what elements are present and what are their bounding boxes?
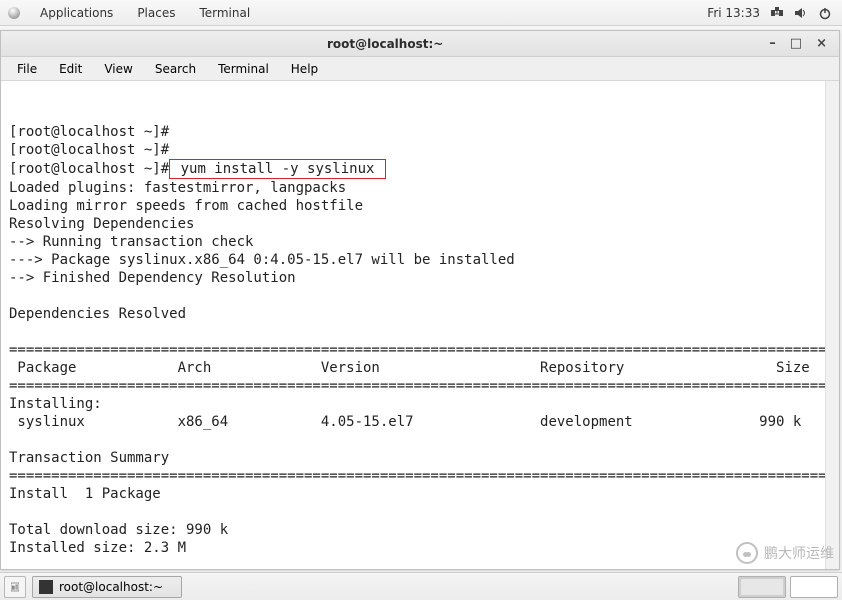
terminal-window: root@localhost:~ – □ × File Edit View Se… <box>0 30 840 570</box>
workspace-pager <box>738 576 838 598</box>
clock[interactable]: Fri 13:33 <box>707 6 760 20</box>
terminal-line: Resolving Dependencies <box>9 216 194 232</box>
panel-left: Applications Places Terminal <box>6 3 260 23</box>
terminal-output[interactable]: [root@localhost ~]# [root@localhost ~]# … <box>1 81 825 569</box>
active-app-menu[interactable]: Terminal <box>189 3 260 23</box>
minimize-button[interactable]: – <box>769 37 776 50</box>
terminal-line: ========================================… <box>9 342 825 358</box>
maximize-button[interactable]: □ <box>790 37 802 50</box>
menu-edit[interactable]: Edit <box>49 59 92 79</box>
terminal-line: Total download size: 990 k <box>9 522 228 538</box>
command-highlight: yum install -y syslinux <box>169 159 386 179</box>
terminal-line: ---> Package syslinux.x86_64 0:4.05-15.e… <box>9 252 515 268</box>
volume-icon[interactable] <box>794 6 808 20</box>
menu-view[interactable]: View <box>94 59 142 79</box>
terminal-line: Installing: <box>9 396 102 412</box>
window-titlebar[interactable]: root@localhost:~ – □ × <box>1 31 839 57</box>
terminal-line: [root@localhost ~]# <box>9 124 169 140</box>
terminal-line: Dependencies Resolved <box>9 306 186 322</box>
window-controls: – □ × <box>763 37 833 50</box>
terminal-line: syslinux x86_64 4.05-15.el7 development … <box>9 414 801 430</box>
taskbar-task-terminal[interactable]: root@localhost:~ <box>32 576 182 598</box>
terminal-line: --> Running transaction check <box>9 234 253 250</box>
terminal-prompt: [root@localhost ~]# <box>9 161 169 177</box>
terminal-line: Transaction Summary <box>9 450 169 466</box>
watermark-text: 鹏大师运维 <box>764 543 834 563</box>
terminal-line: Package Arch Version Repository Size <box>9 360 810 376</box>
show-desktop-button[interactable] <box>4 576 26 598</box>
terminal-icon <box>39 580 53 594</box>
power-icon[interactable] <box>818 6 832 20</box>
terminal-line: ========================================… <box>9 468 825 484</box>
close-button[interactable]: × <box>816 37 827 50</box>
workspace-1[interactable] <box>738 576 786 598</box>
watermark-logo-icon <box>736 542 758 564</box>
terminal-line: --> Finished Dependency Resolution <box>9 270 296 286</box>
menu-help[interactable]: Help <box>281 59 328 79</box>
gnome-logo-icon <box>6 5 22 21</box>
menu-search[interactable]: Search <box>145 59 206 79</box>
taskbar-task-label: root@localhost:~ <box>59 580 163 594</box>
workspace-2[interactable] <box>790 576 838 598</box>
applications-menu[interactable]: Applications <box>30 3 123 23</box>
terminal-scrollbar[interactable] <box>825 81 839 569</box>
terminal-line: Installed size: 2.3 M <box>9 540 186 556</box>
gnome-bottom-panel: root@localhost:~ <box>0 572 842 600</box>
terminal-line: Loading mirror speeds from cached hostfi… <box>9 198 363 214</box>
network-icon[interactable] <box>770 6 784 20</box>
places-menu[interactable]: Places <box>127 3 185 23</box>
terminal-line: Install 1 Package <box>9 486 161 502</box>
window-title: root@localhost:~ <box>7 37 763 51</box>
terminal-line: [root@localhost ~]# <box>9 142 169 158</box>
menu-terminal[interactable]: Terminal <box>208 59 279 79</box>
terminal-line: ========================================… <box>9 378 825 394</box>
watermark: 鹏大师运维 <box>736 542 834 564</box>
terminal-area: [root@localhost ~]# [root@localhost ~]# … <box>1 81 839 569</box>
terminal-line: Loaded plugins: fastestmirror, langpacks <box>9 180 346 196</box>
gnome-top-panel: Applications Places Terminal Fri 13:33 <box>0 0 842 26</box>
menu-file[interactable]: File <box>7 59 47 79</box>
window-menubar: File Edit View Search Terminal Help <box>1 57 839 81</box>
panel-right: Fri 13:33 <box>707 6 836 20</box>
